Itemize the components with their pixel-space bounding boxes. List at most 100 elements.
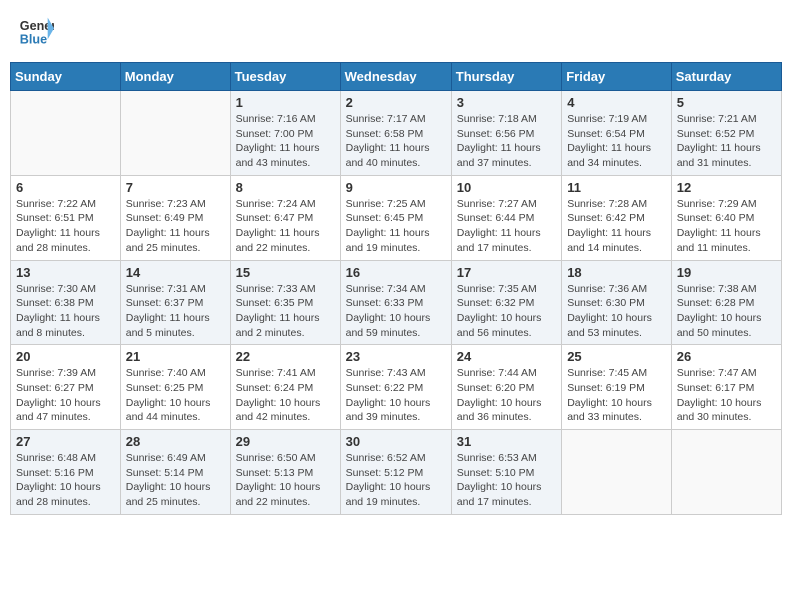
- day-info: Sunrise: 7:16 AMSunset: 7:00 PMDaylight:…: [236, 112, 335, 171]
- day-number: 7: [126, 180, 225, 195]
- day-info: Sunrise: 6:48 AMSunset: 5:16 PMDaylight:…: [16, 451, 115, 510]
- weekday-header-tuesday: Tuesday: [230, 63, 340, 91]
- day-info: Sunrise: 7:17 AMSunset: 6:58 PMDaylight:…: [346, 112, 446, 171]
- day-info: Sunrise: 7:34 AMSunset: 6:33 PMDaylight:…: [346, 282, 446, 341]
- weekday-header-wednesday: Wednesday: [340, 63, 451, 91]
- day-info: Sunrise: 6:50 AMSunset: 5:13 PMDaylight:…: [236, 451, 335, 510]
- day-number: 11: [567, 180, 666, 195]
- calendar-cell: 12 Sunrise: 7:29 AMSunset: 6:40 PMDayligh…: [671, 175, 781, 260]
- calendar-cell: 1 Sunrise: 7:16 AMSunset: 7:00 PMDaylight…: [230, 91, 340, 176]
- day-number: 14: [126, 265, 225, 280]
- day-number: 13: [16, 265, 115, 280]
- day-info: Sunrise: 7:40 AMSunset: 6:25 PMDaylight:…: [126, 366, 225, 425]
- logo: General Blue: [18, 14, 54, 50]
- calendar-cell: 10 Sunrise: 7:27 AMSunset: 6:44 PMDayligh…: [451, 175, 561, 260]
- calendar-cell: 4 Sunrise: 7:19 AMSunset: 6:54 PMDaylight…: [562, 91, 672, 176]
- day-number: 28: [126, 434, 225, 449]
- calendar-cell: 24 Sunrise: 7:44 AMSunset: 6:20 PMDayligh…: [451, 345, 561, 430]
- calendar-week-4: 20Sunrise: 7:39 AMSunset: 6:27 PMDayligh…: [11, 345, 782, 430]
- day-info: Sunrise: 7:41 AMSunset: 6:24 PMDaylight:…: [236, 366, 335, 425]
- day-number: 16: [346, 265, 446, 280]
- calendar-cell: 21 Sunrise: 7:40 AMSunset: 6:25 PMDayligh…: [120, 345, 230, 430]
- calendar-cell: [11, 91, 121, 176]
- calendar-cell: 11Sunrise: 7:28 AMSunset: 6:42 PMDayligh…: [562, 175, 672, 260]
- day-number: 2: [346, 95, 446, 110]
- calendar-week-3: 13 Sunrise: 7:30 AMSunset: 6:38 PMDayligh…: [11, 260, 782, 345]
- calendar-cell: 27 Sunrise: 6:48 AMSunset: 5:16 PMDayligh…: [11, 430, 121, 515]
- calendar-cell: 7 Sunrise: 7:23 AMSunset: 6:49 PMDaylight…: [120, 175, 230, 260]
- day-info: Sunrise: 7:35 AMSunset: 6:32 PMDaylight:…: [457, 282, 556, 341]
- calendar-cell: 29 Sunrise: 6:50 AMSunset: 5:13 PMDayligh…: [230, 430, 340, 515]
- day-number: 30: [346, 434, 446, 449]
- day-number: 6: [16, 180, 115, 195]
- calendar-cell: 28Sunrise: 6:49 AMSunset: 5:14 PMDayligh…: [120, 430, 230, 515]
- day-info: Sunrise: 7:25 AMSunset: 6:45 PMDaylight:…: [346, 197, 446, 256]
- day-number: 1: [236, 95, 335, 110]
- calendar-cell: 5Sunrise: 7:21 AMSunset: 6:52 PMDaylight…: [671, 91, 781, 176]
- calendar-cell: 6 Sunrise: 7:22 AMSunset: 6:51 PMDaylight…: [11, 175, 121, 260]
- weekday-header-saturday: Saturday: [671, 63, 781, 91]
- day-number: 18: [567, 265, 666, 280]
- day-number: 20: [16, 349, 115, 364]
- logo-icon: General Blue: [18, 14, 54, 50]
- day-number: 15: [236, 265, 335, 280]
- day-info: Sunrise: 7:33 AMSunset: 6:35 PMDaylight:…: [236, 282, 335, 341]
- calendar-header-row: SundayMondayTuesdayWednesdayThursdayFrid…: [11, 63, 782, 91]
- day-info: Sunrise: 7:27 AMSunset: 6:44 PMDaylight:…: [457, 197, 556, 256]
- weekday-header-thursday: Thursday: [451, 63, 561, 91]
- calendar-week-1: 1 Sunrise: 7:16 AMSunset: 7:00 PMDaylight…: [11, 91, 782, 176]
- day-info: Sunrise: 7:36 AMSunset: 6:30 PMDaylight:…: [567, 282, 666, 341]
- calendar-cell: 22 Sunrise: 7:41 AMSunset: 6:24 PMDayligh…: [230, 345, 340, 430]
- day-number: 17: [457, 265, 556, 280]
- day-number: 9: [346, 180, 446, 195]
- weekday-header-sunday: Sunday: [11, 63, 121, 91]
- day-number: 8: [236, 180, 335, 195]
- day-info: Sunrise: 7:30 AMSunset: 6:38 PMDaylight:…: [16, 282, 115, 341]
- calendar-cell: 16 Sunrise: 7:34 AMSunset: 6:33 PMDayligh…: [340, 260, 451, 345]
- day-number: 23: [346, 349, 446, 364]
- calendar-cell: 8 Sunrise: 7:24 AMSunset: 6:47 PMDaylight…: [230, 175, 340, 260]
- day-info: Sunrise: 7:38 AMSunset: 6:28 PMDaylight:…: [677, 282, 776, 341]
- day-info: Sunrise: 7:29 AMSunset: 6:40 PMDaylight:…: [677, 197, 776, 256]
- day-info: Sunrise: 7:19 AMSunset: 6:54 PMDaylight:…: [567, 112, 666, 171]
- calendar-cell: 3Sunrise: 7:18 AMSunset: 6:56 PMDaylight…: [451, 91, 561, 176]
- day-number: 19: [677, 265, 776, 280]
- svg-text:Blue: Blue: [20, 33, 47, 47]
- day-info: Sunrise: 7:45 AMSunset: 6:19 PMDaylight:…: [567, 366, 666, 425]
- day-number: 27: [16, 434, 115, 449]
- day-info: Sunrise: 7:21 AMSunset: 6:52 PMDaylight:…: [677, 112, 776, 171]
- calendar-week-2: 6 Sunrise: 7:22 AMSunset: 6:51 PMDaylight…: [11, 175, 782, 260]
- day-number: 4: [567, 95, 666, 110]
- calendar-cell: 20Sunrise: 7:39 AMSunset: 6:27 PMDayligh…: [11, 345, 121, 430]
- day-number: 3: [457, 95, 556, 110]
- day-number: 29: [236, 434, 335, 449]
- calendar-cell: 31Sunrise: 6:53 AMSunset: 5:10 PMDayligh…: [451, 430, 561, 515]
- day-info: Sunrise: 7:22 AMSunset: 6:51 PMDaylight:…: [16, 197, 115, 256]
- day-info: Sunrise: 7:24 AMSunset: 6:47 PMDaylight:…: [236, 197, 335, 256]
- day-number: 22: [236, 349, 335, 364]
- calendar-cell: 25 Sunrise: 7:45 AMSunset: 6:19 PMDayligh…: [562, 345, 672, 430]
- calendar-cell: 15 Sunrise: 7:33 AMSunset: 6:35 PMDayligh…: [230, 260, 340, 345]
- calendar-cell: 2 Sunrise: 7:17 AMSunset: 6:58 PMDaylight…: [340, 91, 451, 176]
- calendar-week-5: 27 Sunrise: 6:48 AMSunset: 5:16 PMDayligh…: [11, 430, 782, 515]
- calendar-cell: 23Sunrise: 7:43 AMSunset: 6:22 PMDayligh…: [340, 345, 451, 430]
- day-number: 21: [126, 349, 225, 364]
- day-info: Sunrise: 6:53 AMSunset: 5:10 PMDaylight:…: [457, 451, 556, 510]
- calendar-cell: 17 Sunrise: 7:35 AMSunset: 6:32 PMDayligh…: [451, 260, 561, 345]
- day-info: Sunrise: 6:52 AMSunset: 5:12 PMDaylight:…: [346, 451, 446, 510]
- day-number: 12: [677, 180, 776, 195]
- day-number: 26: [677, 349, 776, 364]
- calendar-cell: 30 Sunrise: 6:52 AMSunset: 5:12 PMDayligh…: [340, 430, 451, 515]
- page-header: General Blue: [10, 10, 782, 54]
- calendar-cell: 13 Sunrise: 7:30 AMSunset: 6:38 PMDayligh…: [11, 260, 121, 345]
- calendar-body: 1 Sunrise: 7:16 AMSunset: 7:00 PMDaylight…: [11, 91, 782, 515]
- day-number: 24: [457, 349, 556, 364]
- day-number: 25: [567, 349, 666, 364]
- day-info: Sunrise: 7:44 AMSunset: 6:20 PMDaylight:…: [457, 366, 556, 425]
- day-number: 10: [457, 180, 556, 195]
- calendar-table: SundayMondayTuesdayWednesdayThursdayFrid…: [10, 62, 782, 515]
- day-info: Sunrise: 7:31 AMSunset: 6:37 PMDaylight:…: [126, 282, 225, 341]
- day-info: Sunrise: 7:23 AMSunset: 6:49 PMDaylight:…: [126, 197, 225, 256]
- day-info: Sunrise: 7:47 AMSunset: 6:17 PMDaylight:…: [677, 366, 776, 425]
- calendar-cell: 18 Sunrise: 7:36 AMSunset: 6:30 PMDayligh…: [562, 260, 672, 345]
